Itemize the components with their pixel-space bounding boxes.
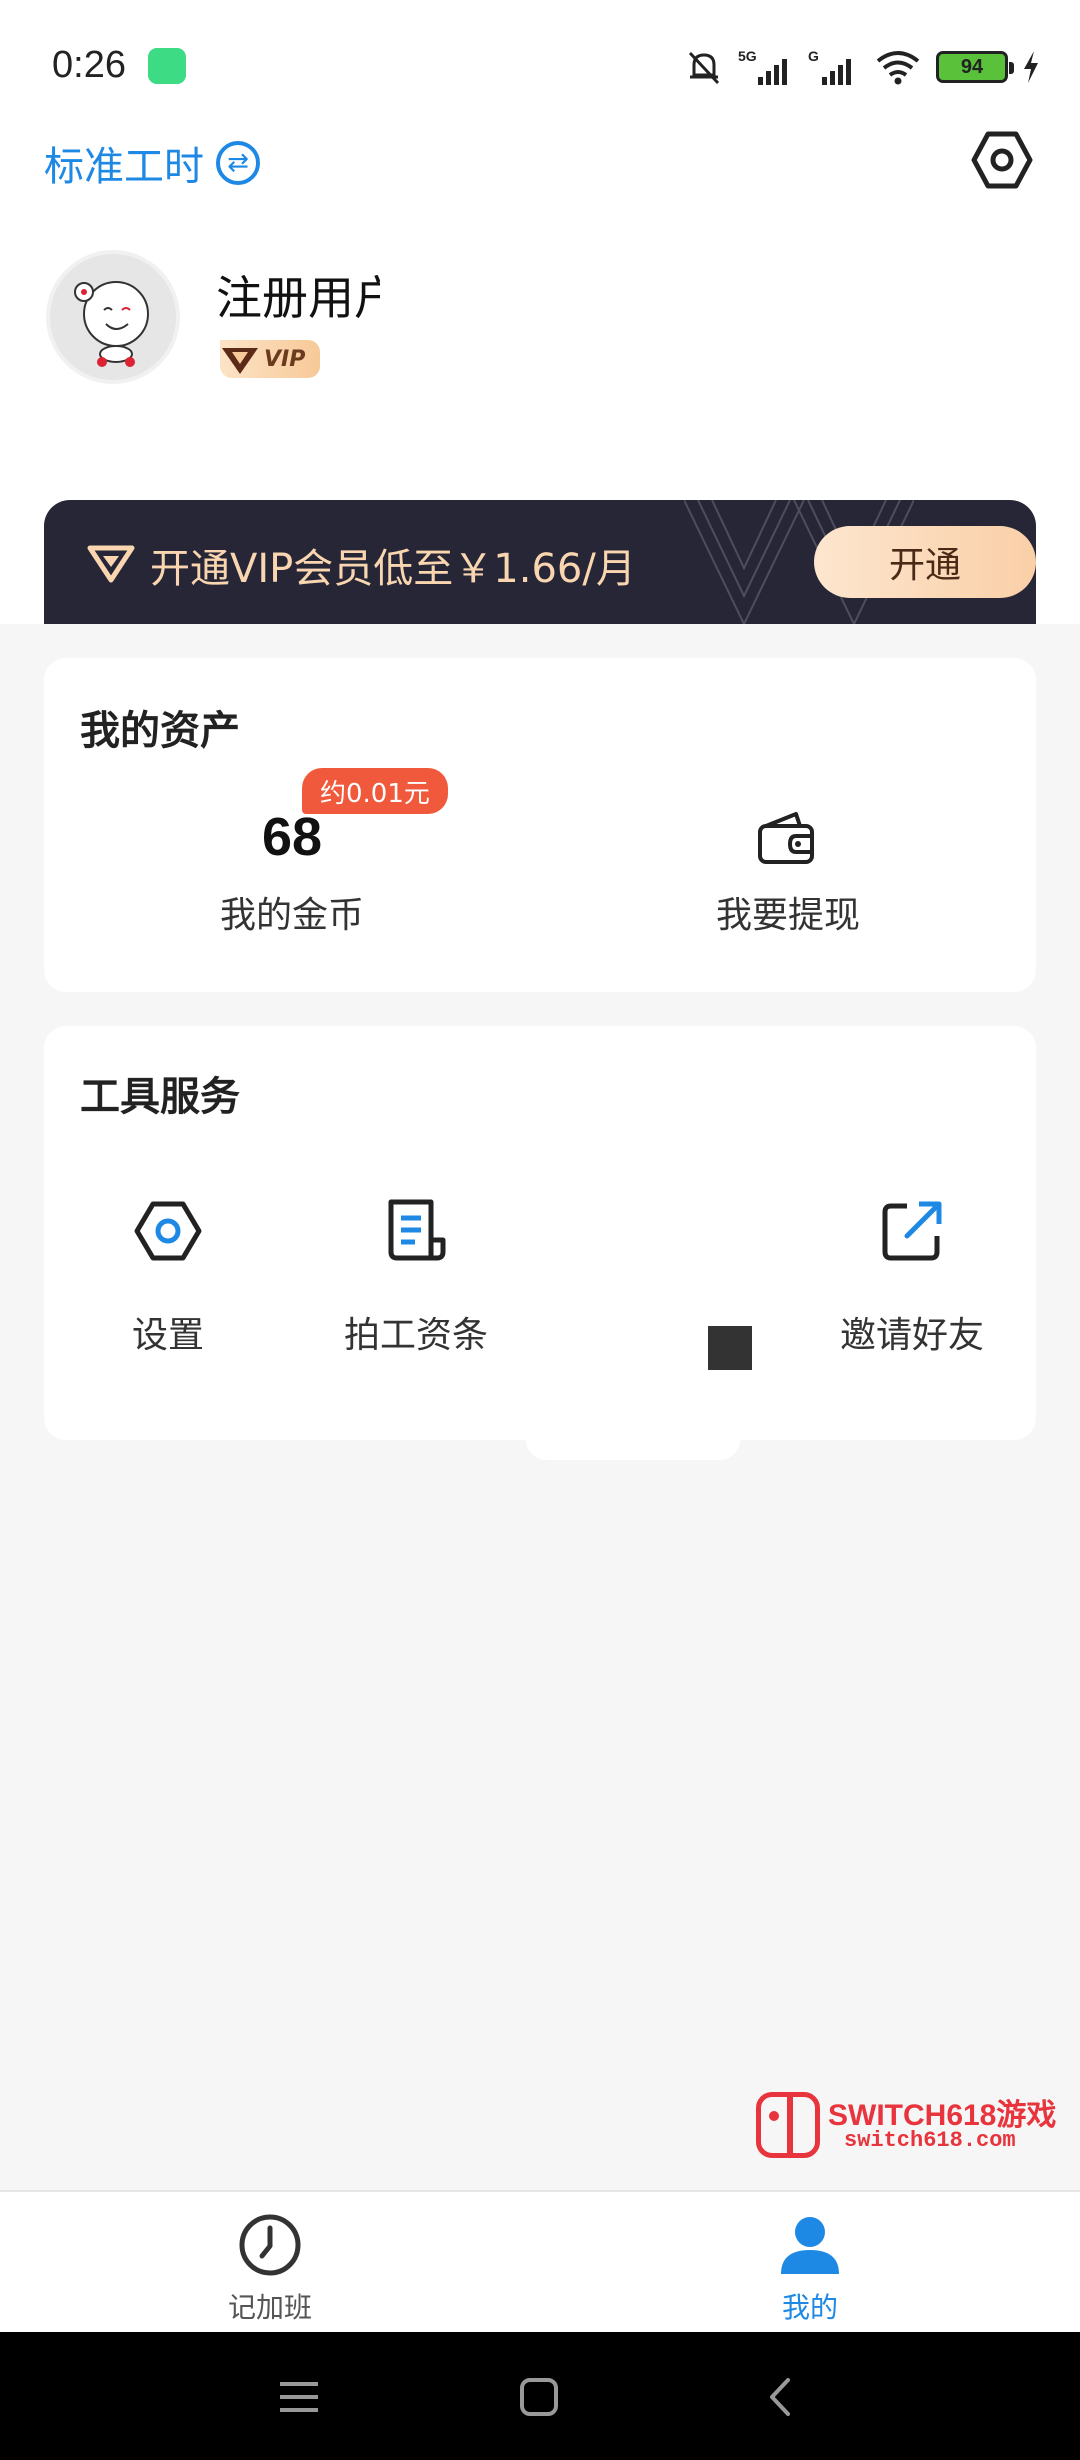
status-bar: 0:26 5G G 94 [0, 0, 1080, 130]
vip-diamond-icon [87, 545, 135, 583]
tool-settings-label: 设置 [131, 1315, 204, 1356]
username: 注册用户 [216, 271, 380, 325]
nav-mine-label: 我的 [781, 2291, 838, 2324]
watermark-url: switch618.com [844, 2128, 1016, 2153]
payslip-icon [388, 1199, 446, 1261]
clock-icon [239, 2214, 301, 2276]
diamond-icon [222, 348, 258, 374]
vip-promo-banner[interactable]: 开通VIP会员低至￥1.66/月 开通 [44, 500, 1036, 624]
back-icon[interactable] [756, 2372, 806, 2422]
mute-bell-icon [688, 51, 720, 85]
vip-open-button[interactable]: 开通 [814, 526, 1036, 598]
tool-invite[interactable]: 邀请好友 [788, 1196, 1036, 1358]
android-notification-icon [148, 48, 186, 84]
assets-title: 我的资产 [80, 708, 240, 754]
tool-payslip[interactable]: 拍工资条 [292, 1196, 540, 1358]
bottom-navigation: 记加班 我的 [0, 2190, 1080, 2332]
swap-icon: ⇄ [216, 141, 260, 185]
site-watermark: SWITCH618游戏 switch618.com [756, 2090, 1062, 2160]
avatar[interactable] [46, 250, 180, 384]
work-mode-switch[interactable]: 标准工时 ⇄ [44, 134, 260, 192]
withdraw-label: 我要提现 [715, 895, 860, 936]
nav-overtime-label: 记加班 [227, 2291, 312, 2324]
vip-badge[interactable]: VIP [220, 340, 320, 378]
work-mode-label: 标准工时 [44, 144, 204, 190]
menu-icon[interactable] [274, 2372, 324, 2422]
tool-invite-label: 邀请好友 [839, 1315, 984, 1356]
home-icon[interactable] [514, 2372, 564, 2422]
wifi-icon [876, 51, 920, 85]
status-icons: 5G G 94 [684, 42, 1040, 92]
charging-icon [1024, 51, 1038, 83]
vip-badge-label: VIP [264, 346, 306, 372]
tools-title: 工具服务 [80, 1074, 240, 1120]
wallet-icon [758, 812, 814, 864]
tool-payslip-label: 拍工资条 [343, 1315, 488, 1356]
svg-text:5G: 5G [738, 48, 757, 64]
overlay-fragment [526, 1410, 740, 1460]
signal-g-icon: G [808, 48, 851, 85]
vip-promo-text: 开通VIP会员低至￥1.66/月 [150, 546, 636, 592]
status-time: 0:26 [52, 44, 126, 86]
coins-label: 我的金币 [219, 895, 364, 936]
cartoon-avatar-icon [50, 254, 176, 380]
settings-icon [134, 1201, 202, 1261]
svg-text:G: G [808, 48, 819, 64]
coin-count: 68 [261, 807, 323, 867]
nav-overtime[interactable]: 记加班 [170, 2210, 370, 2326]
my-assets-card: 我的资产 约0.01元 68 我的金币 我要提现 [44, 658, 1036, 992]
signal-5g-icon: 5G [738, 48, 787, 85]
blank-tool-tile[interactable] [708, 1326, 752, 1370]
tool-services-card: 工具服务 设置 拍工资条 邀请好友 [44, 1026, 1036, 1440]
system-navigation-bar [0, 2332, 1080, 2460]
settings-hexagon-icon[interactable] [970, 128, 1034, 192]
battery-indicator: 94 [936, 51, 1014, 83]
switch-logo-icon [756, 2092, 820, 2158]
nav-mine[interactable]: 我的 [710, 2210, 910, 2326]
tool-settings[interactable]: 设置 [44, 1196, 292, 1358]
share-icon [882, 1201, 942, 1261]
person-icon [781, 2217, 839, 2274]
